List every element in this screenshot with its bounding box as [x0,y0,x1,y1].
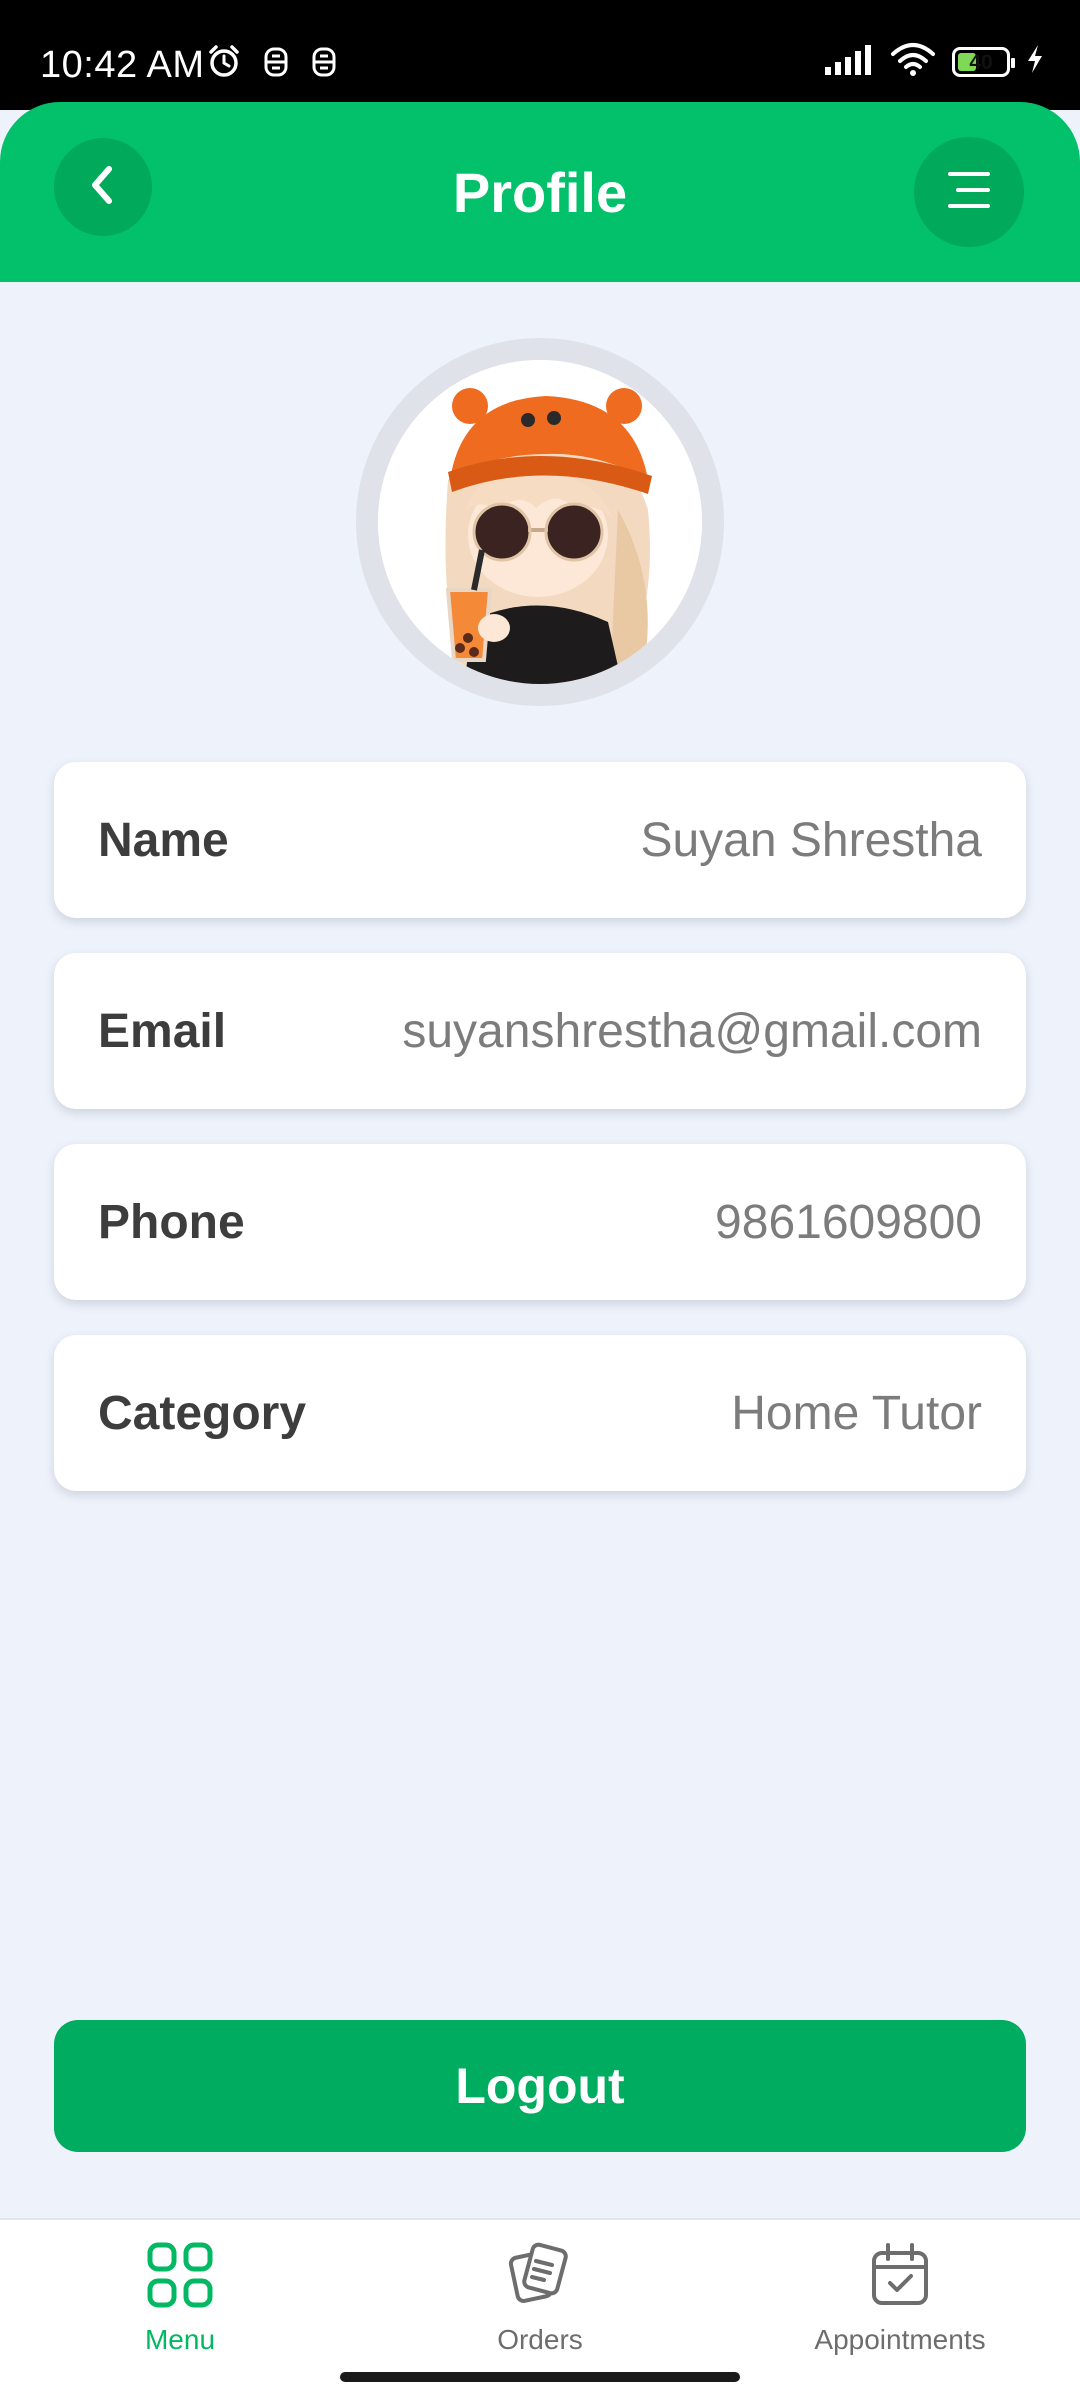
email-label: Email [98,1004,227,1058]
wifi-icon [890,42,936,81]
grid-icon [146,2232,214,2318]
menu-button[interactable] [914,137,1024,247]
nav-item-appointments[interactable]: Appointments [750,2232,1050,2356]
menu-icon [946,170,992,215]
home-indicator[interactable] [340,2372,740,2382]
logout-button[interactable]: Logout [54,2020,1026,2152]
app-header: Profile [0,102,1080,282]
nav-item-orders[interactable]: Orders [390,2232,690,2356]
battery-level: 40 [969,50,993,74]
orders-icon [506,2232,574,2318]
name-value: Suyan Shrestha [640,813,982,867]
nav-label-appointments: Appointments [814,2324,986,2355]
nav-label-orders: Orders [497,2324,583,2355]
name-card: Name Suyan Shrestha [54,762,1026,918]
phone-label: Phone [98,1195,245,1249]
status-time: 10:42 AM [40,44,205,86]
profile-avatar[interactable] [378,360,702,684]
category-value: Home Tutor [731,1386,982,1440]
email-value: suyanshrestha@gmail.com [402,1004,982,1058]
notification-icon [310,46,338,83]
avatar-frame [356,338,724,706]
signal-icon [824,43,874,80]
phone-card: Phone 9861609800 [54,1144,1026,1300]
phone-value: 9861609800 [715,1195,982,1249]
nav-label-menu: Menu [144,2324,216,2355]
nav-item-menu[interactable]: Menu [30,2232,330,2356]
name-label: Name [98,813,229,867]
status-bar: 10:42 AM 40 [0,0,1080,110]
notification-icon [262,46,290,83]
charging-icon [1026,44,1044,79]
category-card: Category Home Tutor [54,1335,1026,1491]
calendar-check-icon [866,2232,934,2318]
category-label: Category [98,1386,307,1440]
alarm-icon [206,44,242,85]
battery-icon: 40 [952,46,1015,77]
email-card: Email suyanshrestha@gmail.com [54,953,1026,1109]
